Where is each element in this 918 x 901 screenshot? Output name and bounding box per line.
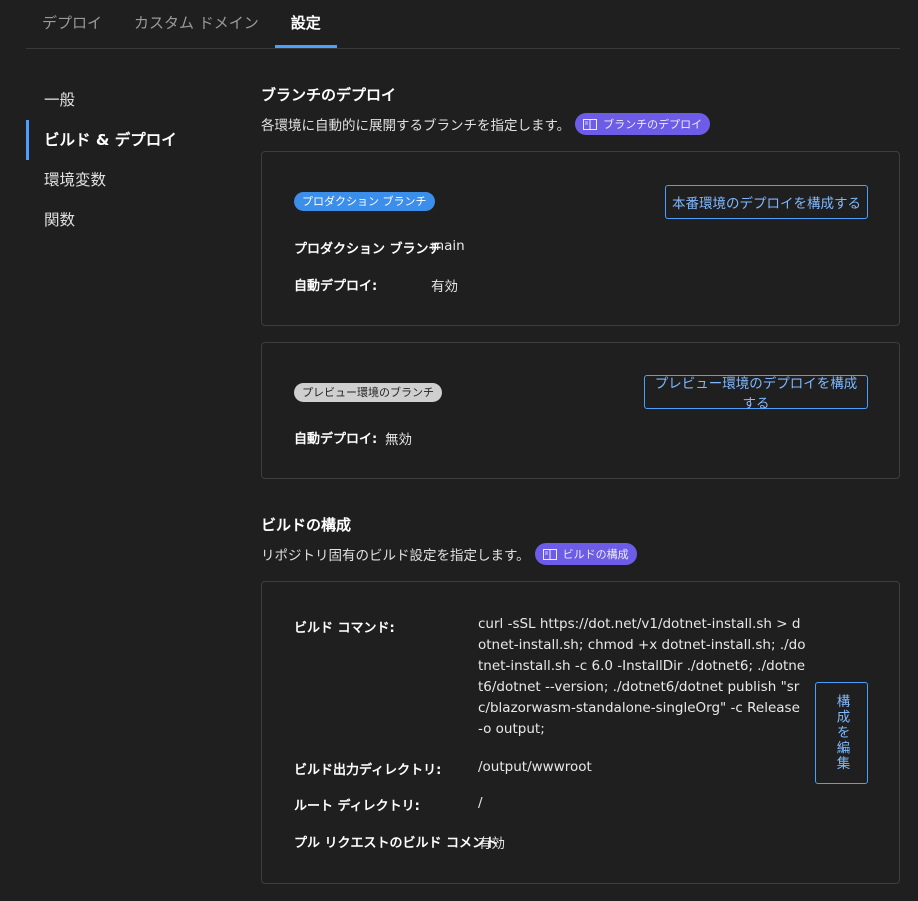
build-config-doc-link[interactable]: ビルドの構成 [534,543,637,565]
branch-deploy-doc-label: ブランチのデプロイ [603,118,703,131]
branch-deploy-doc-link[interactable]: ブランチのデプロイ [575,113,711,135]
tab-settings[interactable]: 設定 [274,0,337,48]
root-dir-value: / [478,795,483,811]
book-icon [583,118,598,130]
sidebar-item-general[interactable]: 一般 [26,80,226,120]
build-output-dir-label: ビルド出力ディレクトリ: [294,763,442,778]
production-auto-deploy-value: 有効 [431,279,458,295]
build-command-label: ビルド コマンド: [294,621,395,636]
production-branch-pill: プロダクション ブランチ [294,192,435,211]
preview-branch-pill: プレビュー環境のブランチ [294,383,442,402]
pr-build-comment-value: 有効 [478,836,505,852]
sidebar-item-build-deploy[interactable]: ビルド & デプロイ [26,120,226,160]
tab-bar: デプロイ カスタム ドメイン 設定 [26,0,900,49]
root-dir-label: ルート ディレクトリ: [294,799,420,814]
sidebar-item-functions[interactable]: 関数 [26,200,226,240]
production-auto-deploy-label: 自動デプロイ: [294,279,378,294]
build-config-title: ビルドの構成 [261,516,352,534]
edit-build-config-button[interactable]: 構成を編集 [815,682,868,784]
build-config-description-text: リポジトリ固有のビルド設定を指定します。 [261,548,530,564]
build-command-value: curl -sSL https://dot.net/v1/dotnet-inst… [478,616,806,737]
settings-sidebar: 一般 ビルド & デプロイ 環境変数 関数 [26,80,226,240]
tab-custom-domain[interactable]: カスタム ドメイン [118,0,275,48]
pr-build-comment-label: プル リクエストのビルド コメント [294,836,499,851]
tab-deploy[interactable]: デプロイ [26,0,118,48]
production-branch-value: main [431,238,465,254]
branch-deploy-description: 各環境に自動的に展開するブランチを指定します。 ブランチのデプロイ [261,113,711,135]
preview-auto-deploy-label: 自動デプロイ: [294,432,378,447]
build-config-doc-label: ビルドの構成 [562,548,629,561]
book-icon [542,548,557,560]
production-branch-card: プロダクション ブランチ 本番環境のデプロイを構成する プロダクション ブランチ… [261,151,900,326]
production-branch-label: プロダクション ブランチ [294,242,442,257]
configure-preview-button[interactable]: プレビュー環境のデプロイを構成する [644,375,868,412]
build-config-card: ビルド コマンド: curl -sSL https://dot.net/v1/d… [261,581,900,884]
sidebar-item-env-vars[interactable]: 環境変数 [26,160,226,200]
build-config-description: リポジトリ固有のビルド設定を指定します。 ビルドの構成 [261,543,637,565]
preview-branch-card: プレビュー環境のブランチ プレビュー環境のデプロイを構成する 自動デプロイ: 無… [261,342,900,479]
branch-deploy-description-text: 各環境に自動的に展開するブランチを指定します。 [261,118,571,134]
preview-auto-deploy-value: 無効 [385,432,412,448]
build-output-dir-value: /output/wwwroot [478,759,592,775]
branch-deploy-title: ブランチのデプロイ [261,86,397,104]
configure-production-button[interactable]: 本番環境のデプロイを構成する [665,185,868,219]
